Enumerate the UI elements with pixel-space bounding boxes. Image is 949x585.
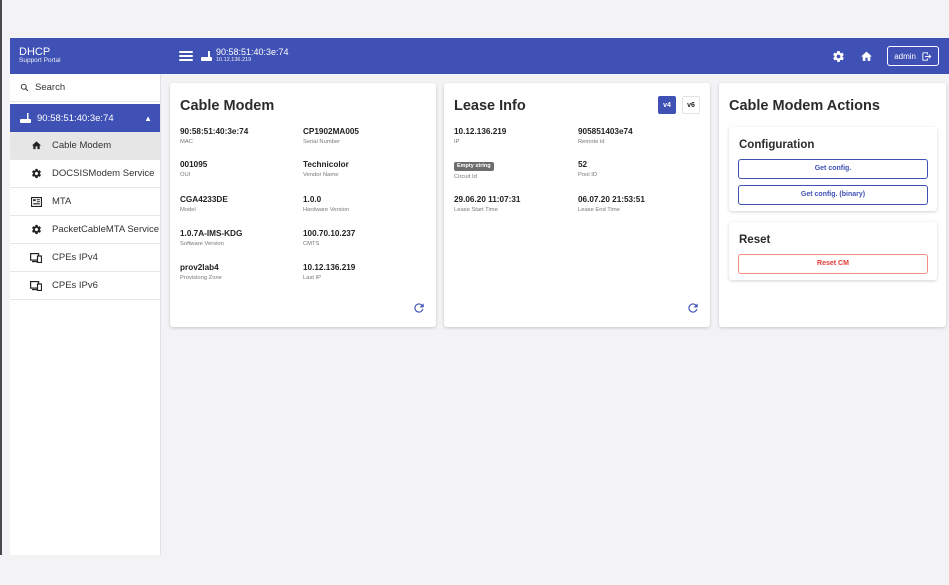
field-circuit-id: Empty string Circuit Id (454, 160, 494, 180)
get-config-button[interactable]: Get config. (738, 159, 928, 179)
search-label: Search (35, 82, 66, 93)
sidebar: Search 90:58:51:40:3e:74 ▲ Cable Modem D… (10, 74, 161, 555)
header-device-ip: 10.12.136.219 (216, 56, 252, 63)
field-software-version: 1.0.7A-IMS-KDG Software Version (180, 229, 243, 247)
header-device: 90:58:51:40:3e:74 10.12.136.219 (216, 47, 289, 63)
mta-icon (30, 196, 42, 207)
admin-label: admin (894, 51, 916, 61)
brand[interactable]: DHCP Support Portal (10, 46, 161, 65)
refresh-icon[interactable] (412, 301, 426, 315)
reset-section: Reset Reset CM (729, 222, 937, 280)
empty-string-badge: Empty string (454, 161, 494, 171)
sidebar-item-docsis-modem-service[interactable]: DOCSISModem Service (10, 160, 160, 188)
card-title: Cable Modem Actions (729, 98, 880, 114)
gear-icon (30, 168, 42, 179)
logout-icon (922, 51, 932, 61)
refresh-icon[interactable] (686, 301, 700, 315)
sidebar-item-label: MTA (52, 196, 72, 207)
lease-info-card: Lease Info v4 v6 10.12.136.219 IP 9058514… (444, 83, 710, 327)
sidebar-item-mta[interactable]: MTA (10, 188, 160, 216)
field-model: CGA4233DE Model (180, 195, 228, 213)
search-icon (20, 83, 29, 92)
field-provisioning-zone: prov2lab4 Provisiong Zone (180, 263, 222, 281)
home-icon (30, 140, 42, 151)
gear-icon[interactable] (827, 45, 849, 67)
modem-icon (201, 51, 212, 61)
sidebar-device[interactable]: 90:58:51:40:3e:74 ▲ (10, 104, 160, 132)
field-remote-id: 905851403e74 Remote id (578, 127, 633, 145)
home-icon[interactable] (855, 45, 877, 67)
get-config-binary-button[interactable]: Get config. (binary) (738, 185, 928, 205)
sidebar-item-label: DOCSISModem Service (52, 168, 155, 179)
field-vendor-name: Technicolor Vendor Name (303, 160, 349, 178)
sidebar-item-label: Cable Modem (52, 140, 112, 151)
field-serial-number: CP1902MA005 Serial Number (303, 127, 359, 145)
cable-modem-actions-card: Cable Modem Actions Configuration Get co… (719, 83, 946, 327)
sidebar-search[interactable]: Search (10, 74, 160, 102)
card-title: Cable Modem (180, 98, 275, 114)
brand-subtitle: Support Portal (19, 57, 61, 65)
reset-cm-button[interactable]: Reset CM (738, 254, 928, 274)
ipv6-toggle-button[interactable]: v6 (682, 96, 700, 114)
sidebar-item-cpes-ipv6[interactable]: CPEs IPv6 (10, 272, 160, 300)
cpe-icon (30, 252, 42, 263)
chevron-up-icon[interactable]: ▲ (144, 114, 152, 123)
card-title: Lease Info (454, 98, 526, 114)
field-pool-id: 52 Pool ID (578, 160, 598, 178)
field-hardware-version: 1.0.0 Hardware Version (303, 195, 350, 213)
section-title: Reset (739, 234, 771, 246)
field-last-ip: 10.12.136.219 Last IP (303, 263, 356, 281)
section-title: Configuration (739, 139, 815, 151)
sidebar-device-mac: 90:58:51:40:3e:74 (37, 112, 114, 124)
sidebar-item-label: PacketCableMTA Service (52, 224, 160, 235)
sidebar-item-cpes-ipv4[interactable]: CPEs IPv4 (10, 244, 160, 272)
sidebar-item-label: CPEs IPv6 (52, 280, 98, 291)
menu-icon[interactable] (179, 51, 193, 61)
field-oui: 001095 OUI (180, 160, 208, 178)
cable-modem-card: Cable Modem 90:58:51:40:3e:74 MAC CP1902M… (170, 83, 436, 327)
sidebar-item-cable-modem[interactable]: Cable Modem (10, 132, 160, 160)
field-ip: 10.12.136.219 IP (454, 127, 507, 145)
gear-icon (30, 224, 42, 235)
ipv4-toggle-button[interactable]: v4 (658, 96, 676, 114)
field-cmts: 100.70.10.237 CMTS (303, 229, 356, 247)
cpe-icon (30, 280, 42, 291)
field-lease-end-time: 06.07.20 21:53:51 Lease End Time (578, 195, 645, 213)
sidebar-item-packetcable-mta-service[interactable]: PacketCableMTA Service (10, 216, 160, 244)
admin-logout-button[interactable]: admin (887, 46, 939, 66)
app-bar: DHCP Support Portal 90:58:51:40:3e:74 10… (10, 38, 949, 74)
field-mac: 90:58:51:40:3e:74 MAC (180, 127, 249, 145)
sidebar-item-label: CPEs IPv4 (52, 252, 98, 263)
field-lease-start-time: 29.06.20 11:07:31 Lease Start Time (454, 195, 521, 213)
modem-icon (20, 113, 31, 123)
configuration-section: Configuration Get config. Get config. (b… (729, 127, 937, 211)
